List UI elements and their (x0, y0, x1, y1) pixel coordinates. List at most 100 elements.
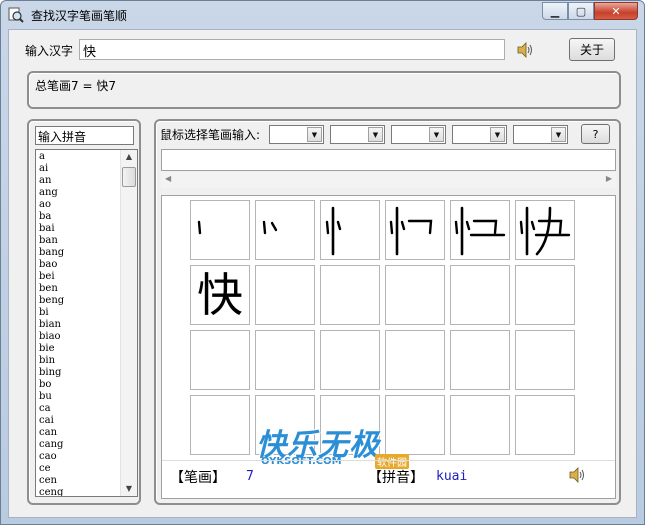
stroke-combo-2[interactable]: ▼ (330, 125, 385, 144)
result-footer: 【笔画】 7 【拼音】 kuai (162, 460, 615, 490)
pinyin-scrollbar[interactable]: ▲ ▼ (120, 150, 137, 496)
pinyin-list-item[interactable]: ben (39, 283, 119, 295)
pinyin-list-item[interactable]: cang (39, 439, 119, 451)
pinyin-list[interactable]: a ai an ang ao ba bai ban bang bao bei ben beng bi bia… (35, 149, 138, 497)
scroll-right-icon[interactable]: ▶ (606, 174, 612, 183)
stroke-2-glyph (262, 220, 278, 235)
pinyin-panel: 输入拼音 a ai an ang ao ba bai ban bang bao bei ben beng… (27, 119, 141, 505)
pinyin-input[interactable]: 输入拼音 (35, 126, 134, 145)
pinyin-list-item[interactable]: bu (39, 391, 119, 403)
speaker-icon (517, 42, 532, 58)
pinyin-list-item[interactable]: ce (39, 463, 119, 475)
pinyin-list-item[interactable]: beng (39, 295, 119, 307)
close-button[interactable]: ✕ (594, 2, 638, 20)
chevron-down-icon[interactable]: ▼ (490, 127, 505, 142)
pinyin-list-item[interactable]: cai (39, 415, 119, 427)
pinyin-list-item[interactable]: ceng (39, 487, 119, 496)
stroke-3-glyph (325, 206, 342, 256)
hanzi-input[interactable]: 快 (79, 39, 505, 60)
stroke-cell-3 (320, 200, 380, 260)
stroke-cell-12 (515, 265, 575, 325)
pinyin-list-item[interactable]: can (39, 427, 119, 439)
app-window: 查找汉字笔画笔顺 ▁ ▢ ✕ 输入汉字 快 关于 总笔画7 = 快7 输入拼音 … (0, 0, 645, 525)
pinyin-list-item[interactable]: bian (39, 319, 119, 331)
pinyin-list-item[interactable]: bing (39, 367, 119, 379)
speaker-icon (569, 467, 584, 483)
client-area: 输入汉字 快 关于 总笔画7 = 快7 输入拼音 a ai an ang ao ba bai… (8, 29, 637, 518)
stroke-cell-6 (515, 200, 575, 260)
magnifier-app-icon (8, 7, 24, 23)
stroke-order-grid: 快 快乐无极 OYKSOFT.COM 软件园 【笔画】 7 【拼音】 kuai (161, 195, 616, 499)
chevron-down-icon[interactable]: ▼ (307, 127, 322, 142)
pinyin-list-item[interactable]: bie (39, 343, 119, 355)
stroke-count-label: 【笔画】 (170, 470, 226, 486)
pinyin-list-item[interactable]: ba (39, 211, 119, 223)
stroke-combo-3[interactable]: ▼ (391, 125, 446, 144)
pinyin-list-item[interactable]: biao (39, 331, 119, 343)
stroke-combo-1[interactable]: ▼ (269, 125, 324, 144)
pinyin-list-item[interactable]: bang (39, 247, 119, 259)
stroke-5-glyph (454, 206, 506, 256)
stroke-summary: 总笔画7 = 快7 (35, 79, 116, 93)
stroke-combo-5[interactable]: ▼ (513, 125, 568, 144)
pinyin-list-item[interactable]: cen (39, 475, 119, 487)
help-button[interactable]: ? (581, 124, 610, 144)
pinyin-list-item[interactable]: bao (39, 259, 119, 271)
maximize-button[interactable]: ▢ (568, 2, 594, 20)
stroke-cell-24 (515, 395, 575, 455)
pinyin-list-item[interactable]: bin (39, 355, 119, 367)
stroke-4-glyph (389, 206, 433, 256)
stroke-6-glyph (519, 206, 571, 256)
stroke-panel: 鼠标选择笔画输入: ▼ ▼ ▼ ▼ ▼ ? ◀ ▶ 快 快乐无极 OYKSOFT… (154, 119, 621, 505)
pinyin-list-item[interactable]: ang (39, 187, 119, 199)
scroll-thumb[interactable] (122, 167, 136, 187)
scroll-left-icon[interactable]: ◀ (165, 174, 171, 183)
pinyin-list-item[interactable]: an (39, 175, 119, 187)
pinyin-items: a ai an ang ao ba bai ban bang bao bei ben beng bi bia… (39, 151, 119, 496)
maximize-icon: ▢ (575, 4, 587, 18)
pinyin-list-item[interactable]: ao (39, 199, 119, 211)
stroke-cell-14 (255, 330, 315, 390)
minimize-icon: ▁ (550, 4, 560, 18)
stroke-cell-11 (450, 265, 510, 325)
stroke-cell-16 (385, 330, 445, 390)
stroke-cell-7: 快 (190, 265, 250, 325)
stroke-cell-8 (255, 265, 315, 325)
stroke-cell-17 (450, 330, 510, 390)
pinyin-list-item[interactable]: bi (39, 307, 119, 319)
pinyin-list-item[interactable]: bei (39, 271, 119, 283)
pinyin-list-item[interactable]: ca (39, 403, 119, 415)
scroll-down-icon[interactable]: ▼ (124, 484, 134, 494)
pinyin-list-item[interactable]: ai (39, 163, 119, 175)
chevron-down-icon[interactable]: ▼ (551, 127, 566, 142)
pinyin-list-item[interactable]: cao (39, 451, 119, 463)
stroke-cell-4 (385, 200, 445, 260)
about-button[interactable]: 关于 (569, 38, 615, 61)
stroke-cell-5 (450, 200, 510, 260)
pinyin-list-item[interactable]: a (39, 151, 119, 163)
final-character: 快 (197, 268, 243, 322)
window-title: 查找汉字笔画笔顺 (31, 9, 128, 23)
pinyin-value: kuai (436, 469, 468, 484)
stroke-cell-15 (320, 330, 380, 390)
chevron-down-icon[interactable]: ▼ (429, 127, 444, 142)
speaker-button-2[interactable] (568, 467, 586, 486)
close-icon: ✕ (611, 4, 621, 18)
pinyin-list-item[interactable]: bo (39, 379, 119, 391)
speaker-button[interactable] (514, 40, 536, 60)
pinyin-list-item[interactable]: bai (39, 223, 119, 235)
stroke-cell-18 (515, 330, 575, 390)
stroke-cell-2 (255, 200, 315, 260)
scroll-up-icon[interactable]: ▲ (124, 152, 134, 162)
stroke-sequence-field[interactable] (161, 149, 616, 171)
horizontal-scrollbar[interactable]: ◀ ▶ (161, 172, 616, 188)
pinyin-label: 【拼音】 (368, 470, 424, 486)
stroke-select-label: 鼠标选择笔画输入: (160, 128, 261, 142)
chevron-down-icon[interactable]: ▼ (368, 127, 383, 142)
stroke-cell-10 (385, 265, 445, 325)
stroke-combo-4[interactable]: ▼ (452, 125, 507, 144)
pinyin-list-item[interactable]: ban (39, 235, 119, 247)
stroke-cell-1 (190, 200, 250, 260)
minimize-button[interactable]: ▁ (542, 2, 568, 20)
title-bar[interactable]: 查找汉字笔画笔顺 ▁ ▢ ✕ (1, 1, 644, 29)
